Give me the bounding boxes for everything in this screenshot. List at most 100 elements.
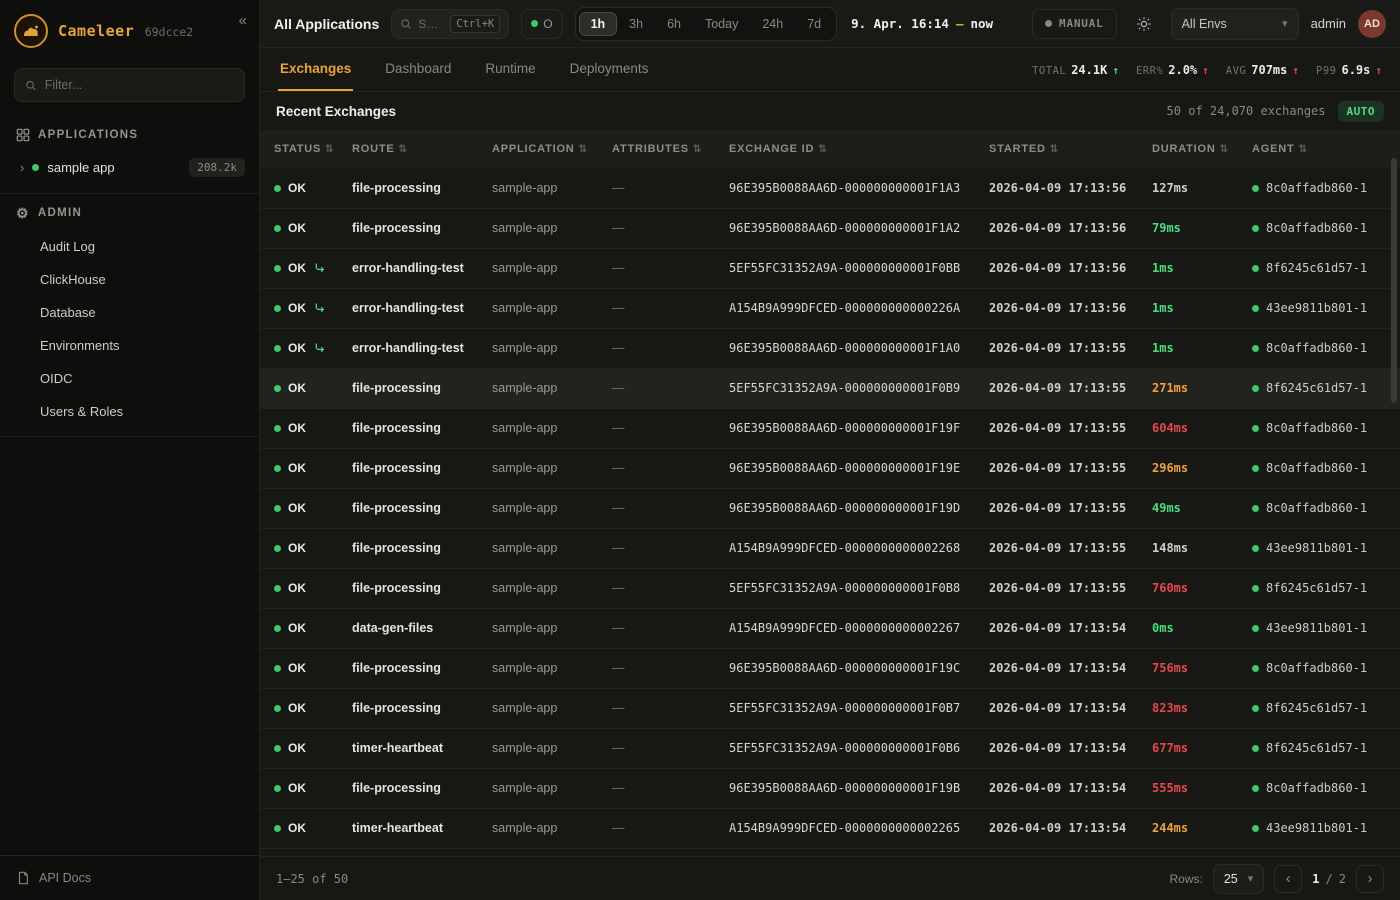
time-range-7d[interactable]: 7d bbox=[795, 12, 833, 36]
expand-chevron-icon[interactable]: › bbox=[20, 160, 24, 175]
route-cell: file-processing bbox=[344, 528, 484, 568]
exchange-row[interactable]: OK file-processing sample-app — 96E395B0… bbox=[260, 408, 1400, 448]
exchange-id-cell: 96E395B0088AA6D-000000000001F19E bbox=[721, 448, 981, 488]
rows-per-page-select[interactable]: 25 ▾ bbox=[1213, 864, 1264, 894]
exchange-row[interactable]: OK timer-heartbeat sample-app — 5EF55FC3… bbox=[260, 728, 1400, 768]
attributes-cell: — bbox=[604, 328, 721, 368]
started-cell: 2026-04-09 17:13:56 bbox=[981, 288, 1144, 328]
column-header-exchange-id[interactable]: EXCHANGE ID⇅ bbox=[721, 130, 981, 168]
time-range-today[interactable]: Today bbox=[693, 12, 750, 36]
env-select[interactable]: All Envs ▾ bbox=[1171, 8, 1299, 40]
time-range-1h[interactable]: 1h bbox=[579, 12, 618, 36]
tab-dashboard[interactable]: Dashboard bbox=[383, 48, 453, 91]
page-title: All Applications bbox=[274, 16, 379, 32]
status-ok-dot bbox=[274, 585, 281, 592]
exchange-row[interactable]: OK file-processing sample-app — 96E395B0… bbox=[260, 168, 1400, 208]
agent-cell: 8f6245c61d57-1 bbox=[1244, 568, 1400, 608]
online-status-pill[interactable]: O bbox=[521, 9, 562, 39]
exchange-row[interactable]: OK file-processing sample-app — 5EF55FC3… bbox=[260, 688, 1400, 728]
next-page-button[interactable]: › bbox=[1356, 865, 1384, 893]
exchange-id-cell: 96E395B0088AA6D-000000000001F19F bbox=[721, 408, 981, 448]
column-header-duration[interactable]: DURATION⇅ bbox=[1144, 130, 1244, 168]
theme-toggle-button[interactable] bbox=[1129, 9, 1159, 39]
time-range-6h[interactable]: 6h bbox=[655, 12, 693, 36]
filter-input[interactable] bbox=[45, 78, 234, 92]
agent-id: 8c0affadb860-1 bbox=[1266, 501, 1367, 515]
sidebar-item-sample-app[interactable]: › sample app 208.2k bbox=[0, 152, 259, 187]
application-cell: sample-app bbox=[484, 688, 604, 728]
sidebar-item-clickhouse[interactable]: ClickHouse bbox=[0, 263, 259, 296]
column-header-attributes[interactable]: ATTRIBUTES⇅ bbox=[604, 130, 721, 168]
duration-cell: 244ms bbox=[1144, 808, 1244, 848]
agent-cell: 8c0affadb860-1 bbox=[1244, 768, 1400, 808]
agent-status-dot bbox=[1252, 345, 1259, 352]
duration-cell: 555ms bbox=[1144, 768, 1244, 808]
tab-deployments[interactable]: Deployments bbox=[568, 48, 651, 91]
manual-refresh-button[interactable]: MANUAL bbox=[1032, 9, 1117, 39]
admin-section-label: ADMIN bbox=[38, 207, 82, 219]
exchanges-table: STATUS⇅ ROUTE⇅ APPLICATION⇅ ATTRIBUTES⇅ … bbox=[260, 130, 1400, 849]
column-header-route[interactable]: ROUTE⇅ bbox=[344, 130, 484, 168]
column-header-agent[interactable]: AGENT⇅ bbox=[1244, 130, 1400, 168]
date-range-picker[interactable]: 9. Apr. 16:14 – now bbox=[851, 16, 993, 31]
exchange-row[interactable]: OK file-processing sample-app — 96E395B0… bbox=[260, 488, 1400, 528]
sidebar-item-database[interactable]: Database bbox=[0, 296, 259, 329]
agent-id: 8f6245c61d57-1 bbox=[1266, 581, 1367, 595]
table-header-row: STATUS⇅ ROUTE⇅ APPLICATION⇅ ATTRIBUTES⇅ … bbox=[260, 130, 1400, 168]
agent-cell: 8c0affadb860-1 bbox=[1244, 208, 1400, 248]
topbar: All Applications Ctrl+K O 1h 3h 6h Today… bbox=[260, 0, 1400, 48]
api-docs-link[interactable]: API Docs bbox=[0, 855, 259, 900]
trend-up-icon: ↑ bbox=[1202, 64, 1209, 77]
tab-runtime[interactable]: Runtime bbox=[483, 48, 537, 91]
column-header-started[interactable]: STARTED⇅ bbox=[981, 130, 1144, 168]
env-selected-value: All Envs bbox=[1182, 17, 1227, 31]
exchange-row[interactable]: OK timer-heartbeat sample-app — A154B9A9… bbox=[260, 808, 1400, 848]
started-cell: 2026-04-09 17:13:55 bbox=[981, 368, 1144, 408]
exchange-row[interactable]: OK file-processing sample-app — 96E395B0… bbox=[260, 648, 1400, 688]
brand-wrap: Cameleer 69dcce2 bbox=[58, 22, 193, 41]
column-header-application[interactable]: APPLICATION⇅ bbox=[484, 130, 604, 168]
search-input[interactable] bbox=[418, 17, 444, 31]
online-label: O bbox=[543, 17, 552, 31]
scrollbar-thumb[interactable] bbox=[1391, 158, 1397, 403]
applications-section: APPLICATIONS › sample app 208.2k bbox=[0, 116, 259, 194]
time-range-24h[interactable]: 24h bbox=[750, 12, 795, 36]
exchange-row[interactable]: OK file-processing sample-app — 96E395B0… bbox=[260, 208, 1400, 248]
auto-refresh-badge[interactable]: AUTO bbox=[1338, 101, 1385, 122]
time-range-3h[interactable]: 3h bbox=[617, 12, 655, 36]
attributes-cell: — bbox=[604, 568, 721, 608]
exchange-row[interactable]: OK file-processing sample-app — 5EF55FC3… bbox=[260, 568, 1400, 608]
agent-id: 43ee9811b801-1 bbox=[1266, 821, 1367, 835]
started-cell: 2026-04-09 17:13:55 bbox=[981, 568, 1144, 608]
exchange-row[interactable]: OK file-processing sample-app — 5EF55FC3… bbox=[260, 368, 1400, 408]
collapse-sidebar-button[interactable]: « bbox=[239, 12, 247, 29]
total-pages: 2 bbox=[1339, 872, 1346, 886]
avatar[interactable]: AD bbox=[1358, 10, 1386, 38]
prev-page-button[interactable]: ‹ bbox=[1274, 865, 1302, 893]
exchange-row[interactable]: OK error-handling-test sample-app — 5EF5… bbox=[260, 248, 1400, 288]
exchange-id-cell: 5EF55FC31352A9A-000000000001F0B8 bbox=[721, 568, 981, 608]
exchange-row[interactable]: OK error-handling-test sample-app — 96E3… bbox=[260, 328, 1400, 368]
status-cell: OK bbox=[260, 608, 344, 648]
exchange-row[interactable]: OK file-processing sample-app — 96E395B0… bbox=[260, 448, 1400, 488]
duration-cell: 604ms bbox=[1144, 408, 1244, 448]
sidebar-filter[interactable] bbox=[14, 68, 245, 102]
date-range-separator: – bbox=[956, 16, 964, 31]
agent-cell: 43ee9811b801-1 bbox=[1244, 288, 1400, 328]
exchange-row[interactable]: OK file-processing sample-app — A154B9A9… bbox=[260, 528, 1400, 568]
exchange-row[interactable]: OK error-handling-test sample-app — A154… bbox=[260, 288, 1400, 328]
sidebar-item-oidc[interactable]: OIDC bbox=[0, 362, 259, 395]
exchange-row[interactable]: OK file-processing sample-app — 96E395B0… bbox=[260, 768, 1400, 808]
exchange-row[interactable]: OK data-gen-files sample-app — A154B9A99… bbox=[260, 608, 1400, 648]
status-label: OK bbox=[288, 221, 306, 235]
sidebar-item-environments[interactable]: Environments bbox=[0, 329, 259, 362]
pagination-controls: Rows: 25 ▾ ‹ 1 / 2 › bbox=[1170, 864, 1384, 894]
application-cell: sample-app bbox=[484, 488, 604, 528]
current-page: 1 bbox=[1312, 872, 1319, 886]
sidebar-item-audit-log[interactable]: Audit Log bbox=[0, 230, 259, 263]
global-search[interactable]: Ctrl+K bbox=[391, 9, 509, 39]
column-header-status[interactable]: STATUS⇅ bbox=[260, 130, 344, 168]
tab-exchanges[interactable]: Exchanges bbox=[278, 48, 353, 91]
table-toolbar: Recent Exchanges 50 of 24,070 exchanges … bbox=[260, 92, 1400, 130]
sidebar-item-users-roles[interactable]: Users & Roles bbox=[0, 395, 259, 428]
